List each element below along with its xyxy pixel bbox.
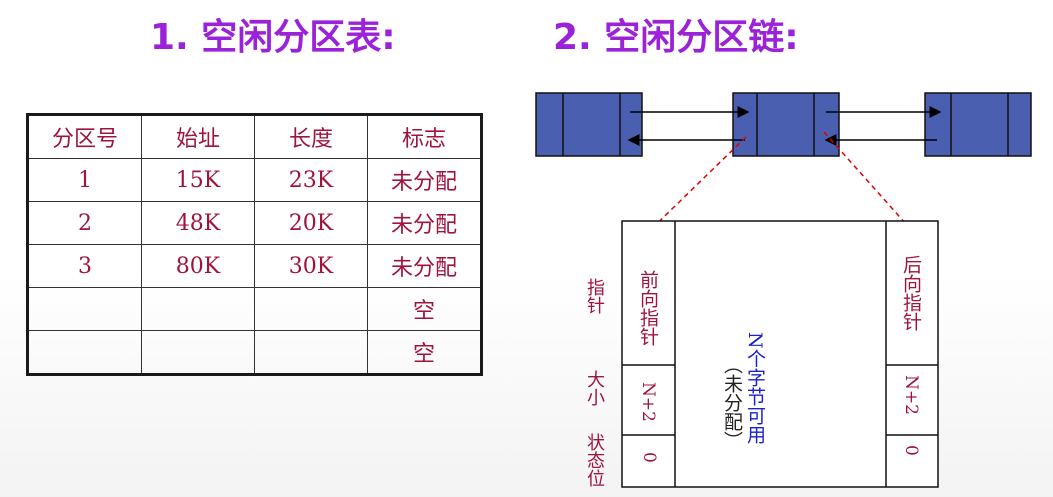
chain-node-3 [924,92,1032,157]
status-left-label: 0 [639,452,659,463]
partition-structure [621,220,939,488]
back-pointer-label: 后向指针 [900,255,922,331]
status-right-label: 0 [901,445,921,456]
chain-node-2 [732,92,840,157]
chain-node-1 [535,92,643,157]
side-label-status: 状态位 [584,433,605,487]
unallocated-label: （未分配） [721,355,743,450]
size-right-label: N+2 [901,375,921,415]
size-left-label: N+2 [638,382,658,422]
available-bytes-label: N个字节可用 [744,332,766,444]
side-label-size: 大小 [584,370,605,406]
side-label-pointer: 指针 [584,278,605,314]
free-partition-chain-diagram [535,92,1032,488]
front-pointer-label: 前向指针 [637,270,659,346]
